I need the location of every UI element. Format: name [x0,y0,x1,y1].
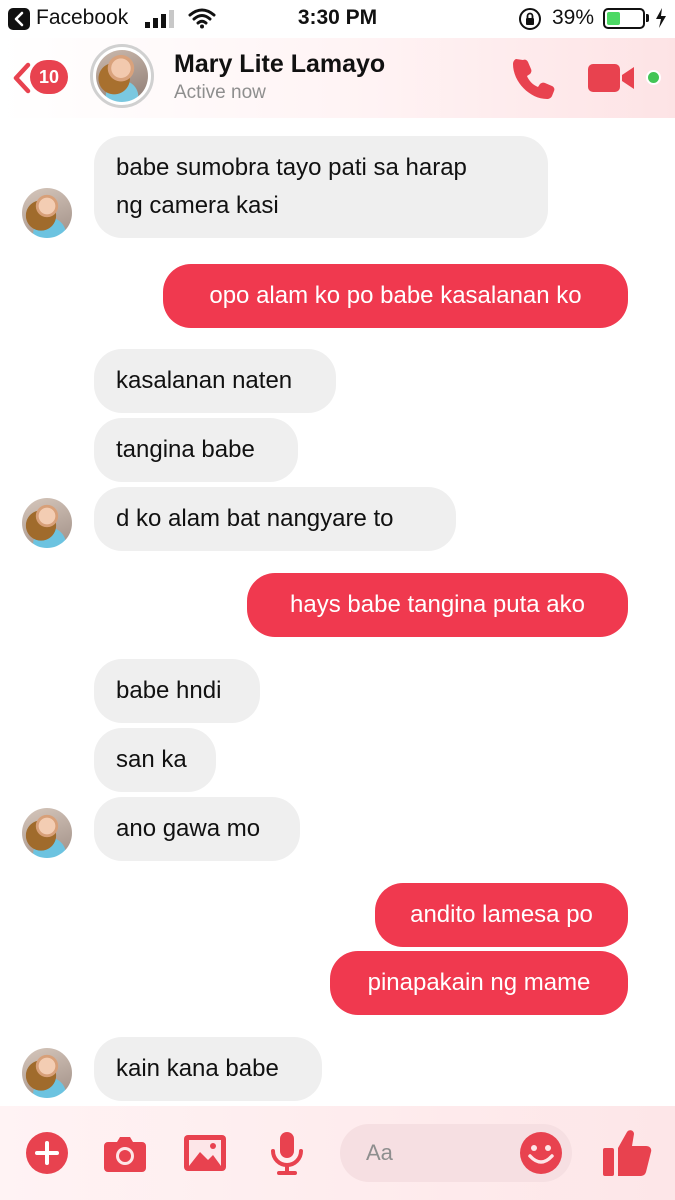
status-bar: Facebook 3:30 PM 39% [0,0,675,38]
contact-status: Active now [174,82,266,103]
battery-tip [646,14,649,22]
sender-avatar[interactable] [22,1048,72,1098]
message-bubble-outgoing[interactable]: opo alam ko po babe kasalanan ko [163,264,628,328]
phone-icon[interactable] [510,54,558,102]
message-bubble-incoming[interactable]: kain kana babe [94,1037,322,1101]
message-bubble-incoming[interactable]: kasalanan naten [94,349,336,413]
sender-avatar[interactable] [22,188,72,238]
conversation-header: 10 Mary Lite Lamayo Active now [0,38,675,118]
battery-level [607,12,620,25]
online-indicator [646,70,661,85]
battery-percent: 39% [552,6,595,29]
sender-avatar[interactable] [22,498,72,548]
message-bubble-incoming[interactable]: ano gawa mo [94,797,300,861]
video-camera-icon[interactable] [586,58,638,98]
microphone-icon[interactable] [262,1128,312,1178]
contact-name[interactable]: Mary Lite Lamayo [174,50,385,79]
plus-icon[interactable] [22,1128,72,1178]
thumbs-up-icon[interactable] [600,1126,654,1180]
message-input-placeholder: Aa [366,1140,393,1165]
gallery-icon[interactable] [180,1128,230,1178]
charging-icon [656,8,666,28]
message-line: babe sumobra tayo pati sa harap [116,154,467,181]
unread-badge: 10 [30,60,68,94]
message-bubble-incoming[interactable]: babe hndi [94,659,260,723]
orientation-lock-icon [519,8,541,30]
message-bubble-incoming[interactable]: san ka [94,728,216,792]
message-bubble-incoming[interactable]: tangina babe [94,418,298,482]
emoji-icon[interactable] [518,1130,564,1176]
back-button[interactable]: 10 [12,58,78,98]
message-bubble-outgoing[interactable]: hays babe tangina puta ako [247,573,628,637]
composer-bar: Aa [0,1106,675,1200]
message-line: ng camera kasi [116,192,279,219]
camera-icon[interactable] [100,1128,150,1178]
message-bubble-outgoing[interactable]: pinapakain ng mame [330,951,628,1015]
message-bubble-incoming[interactable]: babe sumobra tayo pati sa harap ng camer… [94,136,548,238]
contact-avatar[interactable] [90,44,154,108]
sender-avatar[interactable] [22,808,72,858]
battery-icon [603,8,645,29]
message-bubble-outgoing[interactable]: andito lamesa po [375,883,628,947]
message-bubble-incoming[interactable]: d ko alam bat nangyare to [94,487,456,551]
back-chevron-icon [13,62,31,94]
